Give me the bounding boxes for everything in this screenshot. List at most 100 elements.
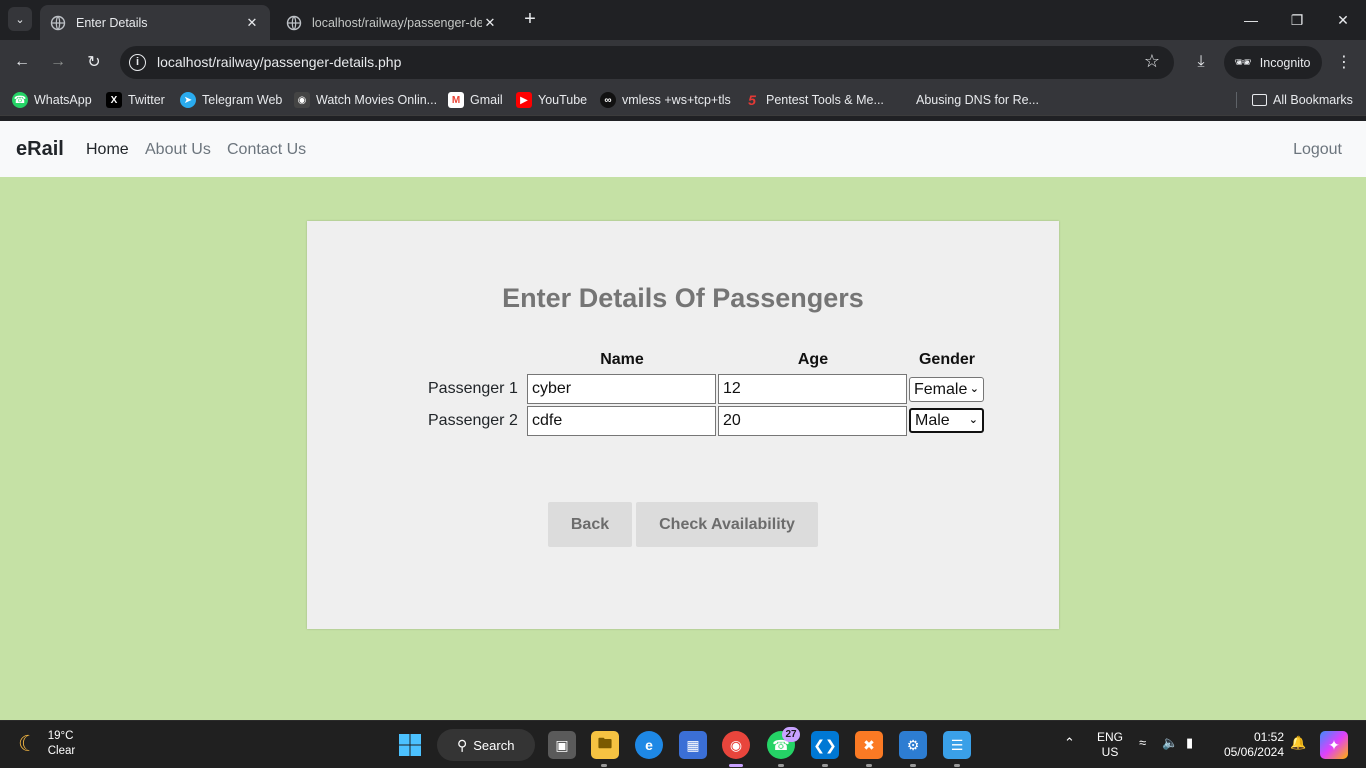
chrome-icon[interactable]: ◉ [722, 731, 750, 759]
movie-icon: ◉ [294, 92, 310, 108]
youtube-icon: ▶ [516, 92, 532, 108]
close-tab-icon[interactable]: ✕ [244, 15, 260, 31]
windows-logo [399, 734, 421, 756]
passenger-label: Passenger 2 [428, 412, 518, 429]
restore-icon[interactable]: ❐ [1274, 0, 1320, 40]
tab-strip: ⌄ Enter Details ✕ localhost/railway/pass… [0, 0, 1366, 40]
passenger-1-name-input[interactable]: cyber [527, 374, 716, 404]
app-running-indicator [954, 764, 960, 767]
bookmark-star-icon[interactable]: ☆ [1144, 51, 1160, 72]
vscode-icon[interactable]: ❮❯ [811, 731, 839, 759]
app-running-indicator [601, 764, 607, 767]
tab-enter-details[interactable]: Enter Details ✕ [40, 5, 270, 40]
x-icon: X [106, 92, 122, 108]
notification-bell-icon[interactable]: 🔔 [1290, 735, 1306, 751]
passenger-label: Passenger 1 [428, 380, 518, 397]
bookmark-pentest[interactable]: 5 Pentest Tools & Me... [744, 91, 884, 109]
forward-arrow-icon[interactable]: → [46, 50, 70, 74]
chevron-down-icon: ⌄ [969, 383, 979, 395]
globe-icon [286, 15, 302, 30]
browser-toolbar: ← → ↻ i localhost/railway/passenger-deta… [0, 40, 1366, 85]
battery-icon[interactable]: ▮ [1186, 735, 1193, 751]
nav-logout[interactable]: Logout [1293, 141, 1342, 159]
wifi-icon[interactable]: ≈ [1139, 735, 1146, 750]
passenger-2-gender-select[interactable]: Male ⌄ [909, 408, 984, 433]
clock-date: 05/06/2024 [1223, 745, 1284, 759]
menu-kebab-icon[interactable]: ⋮ [1332, 50, 1356, 74]
moon-icon: ☾ [18, 731, 38, 756]
form-heading: Enter Details Of Passengers [502, 283, 864, 313]
whatsapp-badge: 27 [782, 727, 800, 742]
download-icon[interactable]: ⤓ [1189, 50, 1213, 74]
gmail-icon: M [448, 92, 464, 108]
nav-contact-us[interactable]: Contact Us [227, 141, 306, 159]
vmless-icon: ∞ [600, 92, 616, 108]
search-icon: ⚲ [457, 736, 468, 753]
incognito-indicator[interactable]: 🕶 Incognito [1224, 46, 1322, 79]
notepad-icon[interactable]: ☰ [943, 731, 971, 759]
app-active-indicator [729, 764, 743, 767]
language-indicator[interactable]: ENG US [1097, 730, 1123, 760]
tab-search-button[interactable]: ⌄ [8, 7, 32, 31]
whatsapp-icon: ☎ [12, 92, 28, 108]
bookmark-twitter[interactable]: X Twitter [106, 91, 165, 109]
bookmark-vmless[interactable]: ∞ vmless +ws+tcp+tls [600, 91, 731, 109]
bookmark-telegram[interactable]: ➤ Telegram Web [180, 91, 282, 109]
bookmarks-bar: ☎ WhatsApp X Twitter ➤ Telegram Web ◉ Watch … [0, 85, 1366, 116]
file-explorer-icon[interactable]: 🖿 [591, 731, 619, 759]
check-availability-button[interactable]: Check Availability [636, 502, 818, 547]
passenger-2-name-input[interactable]: cdfe [527, 406, 716, 436]
site-info-icon[interactable]: i [129, 54, 146, 71]
nav-home[interactable]: Home [86, 141, 129, 159]
incognito-label: Incognito [1259, 55, 1311, 70]
app-running-indicator [910, 764, 916, 767]
column-header-age: Age [797, 351, 829, 368]
volume-icon[interactable]: 🔈 [1162, 735, 1178, 751]
temperature: 19°C [47, 730, 74, 742]
reload-icon[interactable]: ↻ [82, 50, 106, 74]
control-panel-icon[interactable]: ⚙ [899, 731, 927, 759]
column-header-gender: Gender [918, 351, 975, 368]
tab-title: localhost/railway/passenger-de [312, 15, 482, 30]
clock[interactable]: 01:52 05/06/2024 [1218, 730, 1284, 760]
close-tab-icon[interactable]: ✕ [482, 15, 498, 31]
all-bookmarks[interactable]: All Bookmarks [1252, 91, 1353, 109]
clock-time: 01:52 [1253, 730, 1284, 744]
bookmark-youtube[interactable]: ▶ YouTube [516, 91, 587, 109]
tab-title: Enter Details [76, 15, 148, 30]
selected-gender: Male [915, 412, 950, 429]
address-bar[interactable]: i localhost/railway/passenger-details.ph… [120, 46, 1174, 79]
site-navbar: eRail Home About Us Contact Us Logout [0, 121, 1366, 177]
taskbar-search[interactable]: ⚲ Search [437, 729, 535, 761]
tab-passenger-details[interactable]: localhost/railway/passenger-de ✕ [276, 5, 508, 40]
passenger-1-age-input[interactable]: 12 [718, 374, 907, 404]
copilot-icon[interactable]: ✦ [1320, 731, 1348, 759]
weather-condition: Clear [47, 745, 76, 757]
minimize-icon[interactable]: — [1228, 0, 1274, 40]
new-tab-icon[interactable]: + [520, 9, 540, 29]
tray-overflow-icon[interactable]: ⌃ [1064, 735, 1075, 751]
column-header-name: Name [600, 351, 644, 368]
passenger-form-card: Enter Details Of Passengers Name Age Gen… [307, 221, 1059, 629]
passenger-2-age-input[interactable]: 20 [718, 406, 907, 436]
site-brand[interactable]: eRail [16, 138, 64, 161]
incognito-icon: 🕶 [1234, 54, 1252, 70]
close-window-icon[interactable]: ✕ [1320, 0, 1366, 40]
weather-widget[interactable]: ☾ 19°C Clear [18, 729, 75, 759]
xampp-icon[interactable]: ✖ [855, 731, 883, 759]
store-icon[interactable]: ▦ [679, 731, 707, 759]
bookmark-whatsapp[interactable]: ☎ WhatsApp [12, 91, 92, 109]
edge-icon[interactable]: e [635, 731, 663, 759]
bookmark-movies[interactable]: ◉ Watch Movies Onlin... [294, 91, 437, 109]
windows-start-icon[interactable] [396, 731, 424, 759]
task-view-icon[interactable]: ▣ [548, 731, 576, 759]
back-arrow-icon[interactable]: ← [10, 50, 34, 74]
nav-about-us[interactable]: About Us [145, 141, 211, 159]
bookmark-abusing-dns[interactable]: Abusing DNS for Re... [916, 91, 1039, 109]
back-button[interactable]: Back [548, 502, 632, 547]
url-text: localhost/railway/passenger-details.php [157, 54, 402, 70]
passenger-1-gender-select[interactable]: Female ⌄ [909, 377, 984, 402]
bookmark-gmail[interactable]: M Gmail [448, 91, 503, 109]
chevron-down-icon: ⌄ [15, 13, 25, 26]
search-label: Search [473, 737, 515, 753]
